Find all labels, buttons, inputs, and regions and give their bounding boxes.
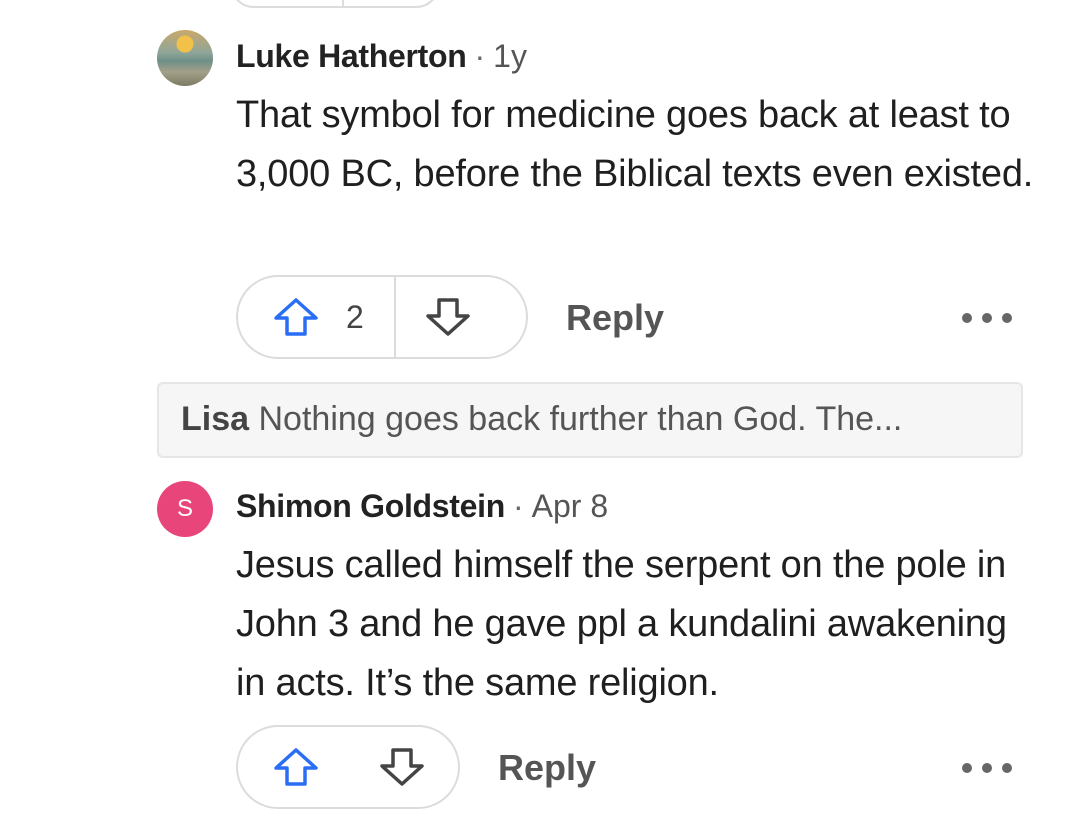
arrow-up-icon bbox=[272, 747, 320, 787]
reply-button[interactable]: Reply bbox=[566, 297, 664, 339]
vote-control: 2 bbox=[236, 275, 528, 359]
more-options-button[interactable] bbox=[962, 308, 1012, 328]
dot-icon bbox=[962, 313, 972, 323]
timestamp: 1y bbox=[493, 38, 527, 74]
comment-header: Shimon Goldstein · Apr 8 bbox=[236, 488, 608, 528]
dot-icon bbox=[982, 313, 992, 323]
comment-header: Luke Hatherton · 1y bbox=[236, 38, 527, 78]
reply-author: Lisa bbox=[181, 400, 250, 438]
arrow-down-icon bbox=[378, 747, 426, 787]
avatar[interactable]: S bbox=[157, 481, 213, 537]
reply-button[interactable]: Reply bbox=[498, 747, 596, 789]
reply-preview: Nothing goes back further than God. The.… bbox=[258, 400, 903, 438]
separator: · bbox=[512, 488, 524, 524]
collapsed-reply[interactable]: Lisa Nothing goes back further than God.… bbox=[157, 382, 1023, 458]
avatar-letter: S bbox=[176, 495, 193, 522]
arrow-down-icon bbox=[424, 297, 472, 337]
more-options-button[interactable] bbox=[962, 758, 1012, 778]
avatar[interactable] bbox=[157, 30, 213, 86]
downvote-button[interactable] bbox=[396, 277, 506, 357]
upvote-button[interactable] bbox=[238, 727, 350, 807]
dot-icon bbox=[1002, 763, 1012, 773]
separator: · bbox=[474, 38, 486, 74]
upvote-count: 2 bbox=[346, 298, 364, 335]
upvote-button[interactable]: 2 bbox=[238, 277, 394, 357]
dot-icon bbox=[962, 763, 972, 773]
author-name[interactable]: Luke Hatherton bbox=[236, 38, 467, 75]
comment-text: That symbol for medicine goes back at le… bbox=[236, 94, 1034, 195]
landscape-painting-avatar-icon bbox=[157, 30, 213, 86]
downvote-button[interactable] bbox=[350, 727, 460, 807]
collapsed-reply-line: Lisa Nothing goes back further than God.… bbox=[181, 400, 902, 439]
timestamp: Apr 8 bbox=[531, 488, 609, 524]
vote-control bbox=[236, 725, 460, 809]
comment-text: Jesus called himself the serpent on the … bbox=[236, 544, 1007, 704]
dot-icon bbox=[1002, 313, 1012, 323]
dot-icon bbox=[982, 763, 992, 773]
author-name[interactable]: Shimon Goldstein bbox=[236, 488, 505, 525]
arrow-up-icon bbox=[272, 297, 320, 337]
previous-vote-control[interactable] bbox=[230, 0, 440, 8]
vote-divider bbox=[342, 0, 344, 6]
